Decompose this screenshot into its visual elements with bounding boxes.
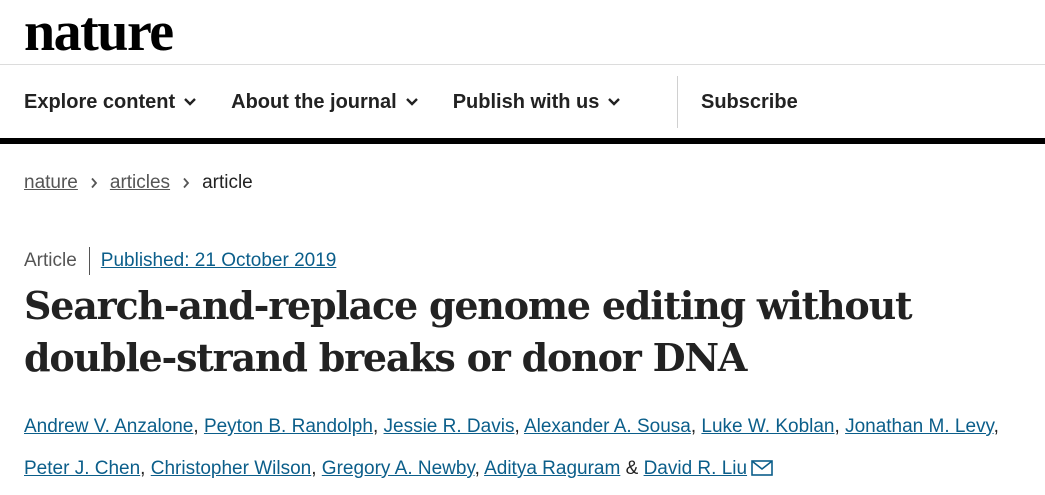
article-title: Search-and-replace genome editing withou… [24, 283, 913, 380]
author-list: Andrew V. Anzalone, Peyton B. Randolph, … [24, 416, 999, 479]
nav-publish-with-us-label: Publish with us [452, 90, 600, 113]
breadcrumb-current: article [202, 172, 253, 193]
author-link[interactable]: Aditya Raguram [484, 458, 620, 479]
author-link[interactable]: Christopher Wilson [151, 458, 312, 479]
author-link[interactable]: Luke W. Koblan [701, 416, 834, 437]
breadcrumb-articles[interactable]: articles [110, 172, 170, 194]
nav-bottom-bar [0, 138, 1045, 144]
nav-explore-content[interactable]: Explore content [24, 91, 197, 114]
author-link[interactable]: Jonathan M. Levy [845, 416, 994, 437]
author-ampersand: & [625, 458, 639, 479]
nav-publish-with-us[interactable]: Publish with us [453, 91, 622, 114]
author-link-corresponding[interactable]: David R. Liu [644, 458, 748, 479]
author-link[interactable]: Jessie R. Davis [384, 416, 515, 437]
subscribe-link[interactable]: Subscribe [701, 91, 798, 114]
nav-explore-content-label: Explore content [24, 90, 176, 113]
author-link[interactable]: Peter J. Chen [24, 458, 140, 479]
article-meta: Article Published: 21 October 2019 [24, 247, 336, 275]
chevron-down-icon [608, 98, 621, 106]
nav-separator [677, 76, 678, 128]
author-link[interactable]: Andrew V. Anzalone [24, 416, 193, 437]
breadcrumb-nature[interactable]: nature [24, 172, 78, 194]
chevron-down-icon [405, 98, 418, 106]
nav-about-journal-label: About the journal [231, 90, 397, 113]
published-date-link[interactable]: Published: 21 October 2019 [101, 250, 337, 272]
nav-about-journal[interactable]: About the journal [231, 91, 419, 114]
breadcrumb: nature articles article [24, 172, 253, 194]
mail-icon[interactable] [751, 460, 773, 476]
author-link[interactable]: Gregory A. Newby [322, 458, 475, 479]
chevron-right-icon [91, 177, 98, 189]
author-link[interactable]: Alexander A. Sousa [524, 416, 691, 437]
chevron-right-icon [183, 177, 190, 189]
article-type: Article [24, 250, 77, 271]
meta-divider [88, 247, 90, 275]
header-divider [0, 64, 1045, 65]
main-nav: Explore content About the journal Publis… [0, 66, 1045, 138]
chevron-down-icon [184, 98, 196, 106]
nature-logo[interactable]: nature [24, 0, 174, 64]
author-link[interactable]: Peyton B. Randolph [204, 416, 373, 437]
